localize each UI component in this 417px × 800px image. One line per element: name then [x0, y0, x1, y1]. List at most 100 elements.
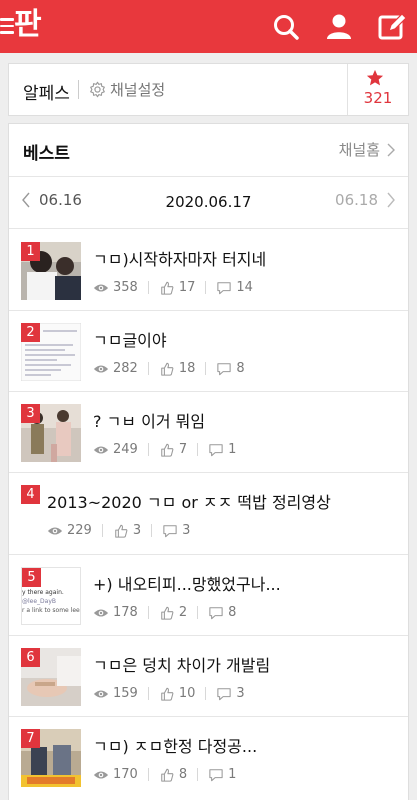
comment-icon — [217, 687, 232, 700]
comment-count: 1 — [228, 442, 237, 457]
channel-settings-label: 채널설정 — [110, 80, 166, 99]
comment-icon — [209, 606, 223, 619]
like-count: 2 — [178, 605, 188, 620]
post-row[interactable]: 4 2013~2020 ㄱㅁ or ㅈㅈ 떡밥 정리영상 229 3 3 — [9, 473, 408, 555]
post-row[interactable]: 3 ? ㄱㅂ 이거 뭐임 249 7 1 — [9, 392, 408, 473]
divider — [78, 80, 79, 99]
top-app-bar: 판 — [0, 0, 417, 53]
post-thumbnail: 3 — [21, 404, 81, 462]
post-thumbnail: 1 — [21, 242, 81, 300]
rank-badge: 7 — [21, 729, 40, 748]
comment-count: 3 — [236, 686, 245, 701]
comment-count: 1 — [228, 767, 237, 782]
post-thumbnail: 5 y there again. @lee_DayB r a link to s… — [21, 567, 81, 625]
post-stats: 282 18 8 — [93, 361, 245, 376]
comment-count: 8 — [228, 605, 237, 620]
view-count: 178 — [113, 605, 138, 620]
post-stats: 178 2 8 — [93, 605, 236, 620]
chevron-right-icon — [387, 143, 395, 156]
gear-icon — [90, 81, 105, 97]
rank-badge: 4 — [21, 485, 40, 504]
post-row[interactable]: 5 y there again. @lee_DayB r a link to s… — [9, 555, 408, 636]
comment-icon — [217, 281, 232, 294]
thumbnail-text: r a link to some leedi fan — [22, 607, 80, 614]
post-title: ㄱㅁ)시작하자마자 터지네 — [93, 250, 267, 269]
view-count: 282 — [113, 361, 138, 376]
eye-icon — [93, 283, 109, 292]
thumbs-up-icon — [161, 687, 174, 701]
best-header: 베스트 채널홈 — [9, 124, 408, 177]
channel-name[interactable]: 알페스 — [23, 79, 70, 104]
eye-icon — [93, 770, 109, 779]
thumbs-up-icon — [161, 443, 174, 457]
comment-icon — [163, 524, 177, 537]
channel-home-link[interactable]: 채널홈 — [339, 139, 396, 160]
write-icon[interactable] — [375, 10, 409, 44]
post-stats: 159 10 3 — [93, 686, 245, 701]
comment-icon — [217, 362, 232, 375]
rank-badge: 1 — [21, 242, 40, 261]
comment-count: 3 — [182, 523, 191, 538]
post-title: +) 내오티피...망했었구나... — [93, 575, 281, 594]
star-icon[interactable] — [366, 69, 384, 87]
eye-icon — [93, 445, 109, 454]
channel-bar: 알페스 채널설정 321 — [8, 63, 409, 116]
post-thumbnail: 7 — [21, 729, 81, 787]
channel-settings-button[interactable]: 채널설정 — [89, 77, 165, 101]
best-section: 베스트 채널홈 06.16 2020.06.17 06.18 1 ㄱㅁ)시작하자… — [8, 123, 409, 800]
rank-badge: 5 — [22, 568, 41, 587]
eye-icon — [47, 526, 63, 535]
pann-logo[interactable]: 판 — [0, 4, 60, 48]
post-title: ㄱㅁ은 덩치 차이가 개발림 — [93, 656, 271, 675]
comment-icon — [209, 443, 223, 456]
comment-count: 8 — [236, 361, 245, 376]
view-count: 229 — [67, 523, 92, 538]
next-date-button[interactable]: 06.18 — [335, 191, 396, 209]
post-stats: 249 7 1 — [93, 442, 236, 457]
view-count: 358 — [113, 280, 138, 295]
like-count: 7 — [178, 442, 188, 457]
thumbs-up-icon — [161, 281, 174, 295]
like-count: 18 — [178, 361, 196, 376]
favorite-count: 321 — [363, 89, 393, 107]
eye-icon — [93, 364, 109, 373]
like-count: 3 — [132, 523, 142, 538]
like-count: 10 — [178, 686, 196, 701]
menu-icon[interactable] — [0, 18, 14, 38]
post-stats: 358 17 14 — [93, 280, 253, 295]
thumbs-up-icon — [115, 524, 128, 538]
rank-badge: 2 — [21, 323, 40, 342]
post-row[interactable]: 2 ㄱㅁ글이야 282 18 8 — [9, 311, 408, 392]
chevron-right-icon — [387, 192, 395, 208]
comment-count: 14 — [236, 280, 253, 295]
channel-home-label: 채널홈 — [338, 141, 380, 159]
like-count: 8 — [178, 767, 188, 782]
user-icon[interactable] — [322, 10, 356, 44]
post-title: 2013~2020 ㄱㅁ or ㅈㅈ 떡밥 정리영상 — [47, 493, 331, 512]
thumbs-up-icon — [161, 606, 174, 620]
next-date-label: 06.18 — [335, 191, 378, 209]
post-stats: 229 3 3 — [47, 523, 190, 538]
post-row[interactable]: 1 ㄱㅁ)시작하자마자 터지네 358 17 14 — [9, 230, 408, 311]
post-title: ㄱㅁ) ㅈㅁ한정 다정공... — [93, 737, 258, 756]
comment-icon — [209, 768, 223, 781]
post-row[interactable]: 6 ㄱㅁ은 덩치 차이가 개발림 159 10 3 — [9, 636, 408, 717]
view-count: 249 — [113, 442, 138, 457]
date-navigator: 06.16 2020.06.17 06.18 — [9, 178, 408, 229]
thumbs-up-icon — [161, 362, 174, 376]
like-count: 17 — [178, 280, 196, 295]
thumbs-up-icon — [161, 768, 174, 782]
eye-icon — [93, 608, 109, 617]
post-title: ? ㄱㅂ 이거 뭐임 — [93, 412, 206, 431]
post-row[interactable]: 7 ㄱㅁ) ㅈㅁ한정 다정공... 170 8 1 — [9, 717, 408, 798]
thumbnail-text: @lee_DayB — [22, 598, 57, 605]
search-icon[interactable] — [269, 10, 303, 44]
best-title: 베스트 — [23, 144, 70, 164]
view-count: 159 — [113, 686, 138, 701]
view-count: 170 — [113, 767, 138, 782]
rank-badge: 3 — [21, 404, 40, 423]
post-thumbnail: 6 — [21, 648, 81, 706]
eye-icon — [93, 689, 109, 698]
rank-badge: 6 — [21, 648, 40, 667]
post-thumbnail: 2 — [21, 323, 81, 381]
